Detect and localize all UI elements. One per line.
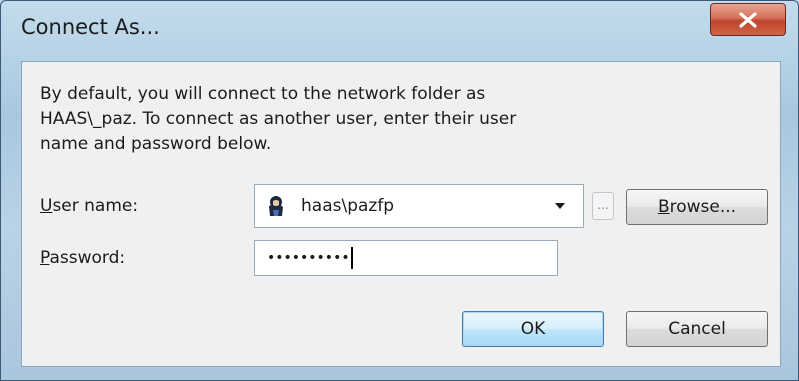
- password-label: Password:: [40, 248, 125, 268]
- ellipsis-button[interactable]: ...: [592, 192, 614, 220]
- username-combobox[interactable]: haas\pazfp: [254, 184, 584, 228]
- intro-text: By default, you will connect to the netw…: [40, 84, 517, 154]
- username-label-accelerator: U: [40, 196, 53, 216]
- close-button[interactable]: [710, 3, 786, 36]
- username-label-text: ser name:: [52, 196, 139, 216]
- dialog-content: By default, you will connect to the netw…: [21, 61, 781, 367]
- username-value[interactable]: haas\pazfp: [301, 196, 547, 216]
- password-value: ••••••••••: [267, 250, 350, 266]
- ok-button[interactable]: OK: [462, 311, 604, 347]
- user-icon: [263, 193, 289, 219]
- password-label-accelerator: P: [40, 248, 50, 268]
- dialog-window: Connect As... By default, you will conne…: [0, 0, 799, 381]
- password-field[interactable]: ••••••••••: [254, 240, 558, 276]
- browse-label-accelerator: B: [657, 197, 670, 217]
- username-label: User name:: [40, 196, 138, 216]
- cancel-button[interactable]: Cancel: [626, 311, 768, 347]
- window-title: Connect As...: [21, 15, 160, 39]
- text-caret: [350, 247, 353, 269]
- browse-label-text: rowse...: [669, 197, 737, 217]
- browse-button[interactable]: Browse...: [626, 189, 768, 225]
- password-label-text: assword:: [49, 248, 126, 268]
- title-bar[interactable]: Connect As...: [1, 1, 798, 57]
- chevron-down-icon[interactable]: [547, 185, 573, 227]
- close-icon: [739, 11, 757, 28]
